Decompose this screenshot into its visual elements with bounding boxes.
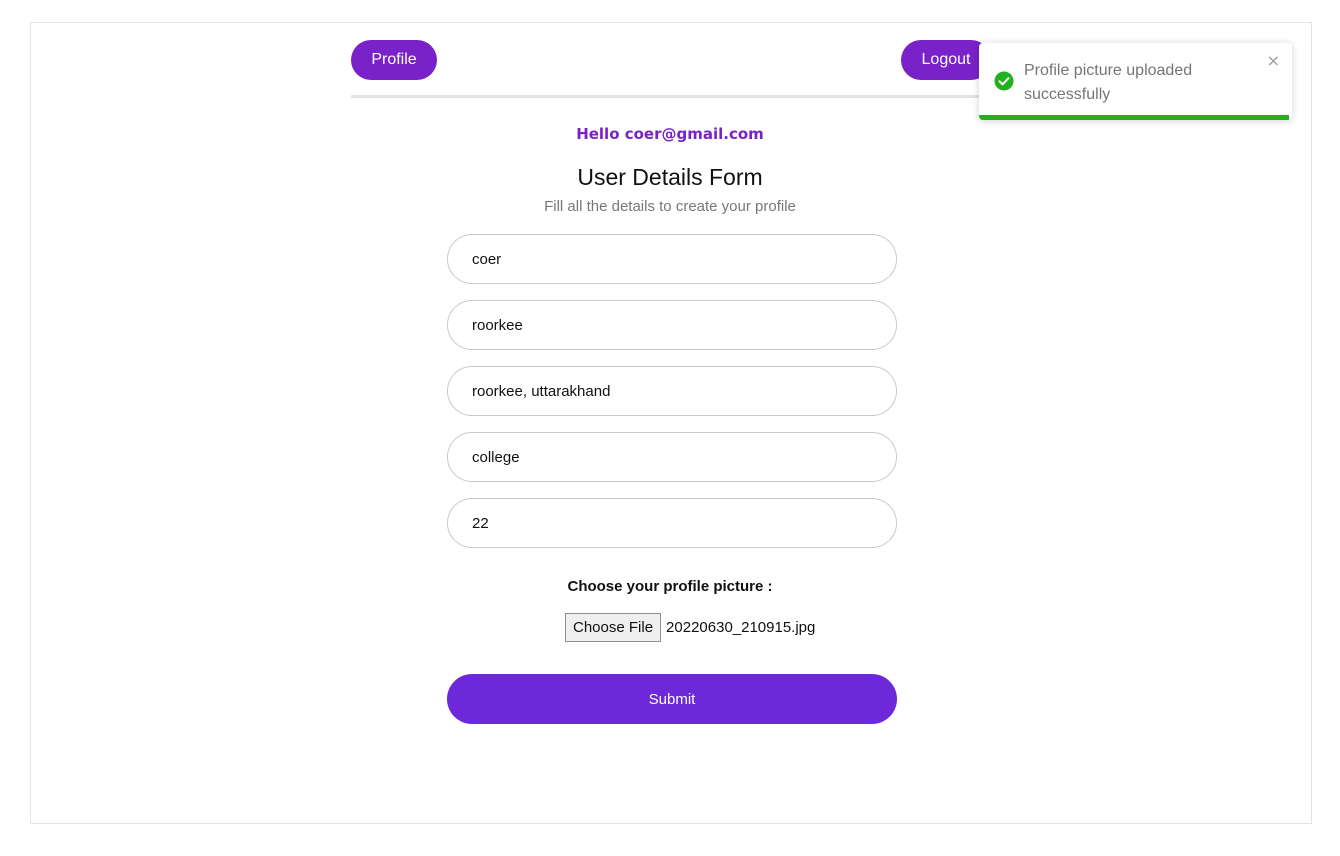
- greeting-text: Hello coer@gmail.com: [576, 125, 764, 143]
- check-circle-icon: [994, 71, 1014, 91]
- city-field[interactable]: [447, 300, 897, 350]
- logout-button[interactable]: Logout: [901, 40, 991, 80]
- age-field[interactable]: [447, 498, 897, 548]
- form-subtitle: Fill all the details to create your prof…: [544, 198, 796, 215]
- submit-button[interactable]: Submit: [447, 674, 897, 724]
- file-picker: Choose File 20220630_210915.jpg: [565, 612, 815, 642]
- name-field[interactable]: [447, 234, 897, 284]
- toast-message: Profile picture uploaded successfully: [1024, 62, 1193, 103]
- header-divider: [351, 95, 987, 98]
- form-title: User Details Form: [577, 164, 763, 190]
- organization-field[interactable]: [447, 432, 897, 482]
- selected-file-name: 20220630_210915.jpg: [666, 618, 816, 636]
- toast-progress-bar: [979, 115, 1289, 120]
- choose-file-button[interactable]: Choose File: [565, 612, 662, 642]
- close-icon[interactable]: ×: [1267, 51, 1280, 70]
- success-toast: Profile picture uploaded successfully ×: [979, 43, 1292, 120]
- profile-picture-label: Choose your profile picture :: [567, 578, 773, 595]
- address-field[interactable]: [447, 366, 897, 416]
- profile-button[interactable]: Profile: [351, 40, 437, 80]
